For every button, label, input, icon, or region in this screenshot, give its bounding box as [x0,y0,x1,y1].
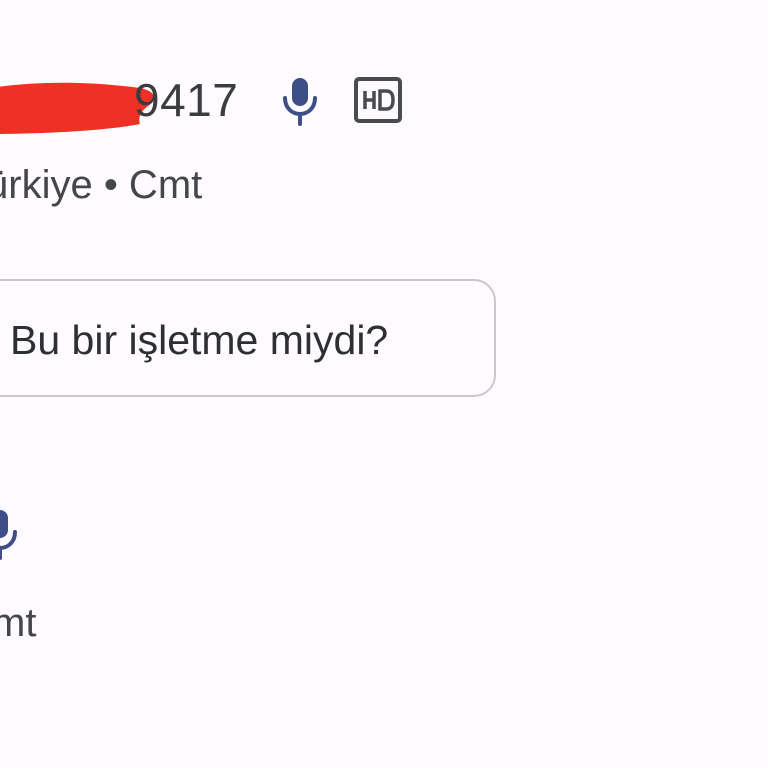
hd-icon [354,77,402,123]
call-meta-day-2: mt [0,601,37,645]
microphone-icon [0,510,17,560]
was-this-a-business-label: Bu bir işletme miydi? [10,317,389,363]
call-meta-location-day: ürkiye • Cmt [0,163,203,207]
caller-number: 9417 [134,74,239,126]
call-history-screen: 9417 ürkiye • Cmt Bu bir işletme miydi? … [0,0,768,768]
was-this-a-business-button[interactable]: Bu bir işletme miydi? [0,279,496,397]
microphone-icon [283,78,317,126]
call-entry-header[interactable]: 9417 [0,68,768,134]
